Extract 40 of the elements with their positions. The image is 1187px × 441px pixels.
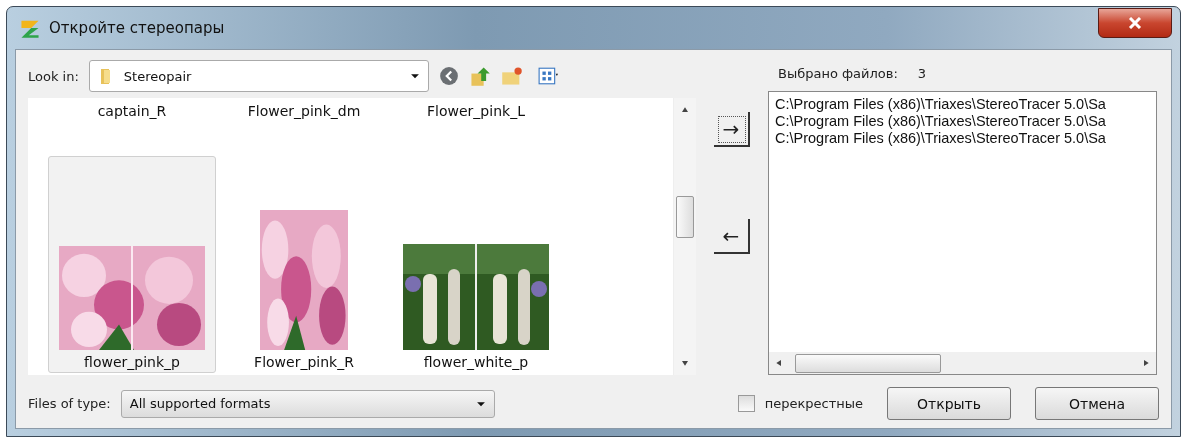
look-in-label: Look in: — [28, 68, 79, 84]
window-title: Откройте стереопары — [49, 19, 226, 37]
files-of-type-dropdown[interactable]: All supported formats — [120, 389, 495, 418]
move-button[interactable]: → — [714, 112, 750, 147]
scroll-thumb[interactable] — [676, 195, 694, 238]
up-folder-button[interactable] — [468, 65, 491, 87]
cross-checkbox[interactable] — [737, 395, 755, 412]
dialog-button[interactable]: Открыть — [887, 387, 1011, 420]
file-item[interactable]: Flower_pink_dm — [220, 102, 388, 140]
back-button[interactable] — [438, 66, 459, 86]
caret-icon — [409, 71, 420, 81]
new-folder-button[interactable] — [500, 65, 523, 87]
file-item[interactable]: flower_white_p — [392, 156, 560, 373]
files-of-type-label: Files of type: — [28, 396, 111, 411]
horizontal-scrollbar[interactable] — [769, 352, 1156, 374]
vertical-scrollbar[interactable] — [673, 98, 696, 375]
file-item[interactable]: flower_pink_p — [48, 156, 216, 373]
dialog-button[interactable]: Отмена — [1035, 387, 1159, 420]
file-path: C:\Program Files (x86)\Triaxes\StereoTracer 5.0\Sa — [775, 113, 1107, 130]
file-item[interactable]: Flower_pink_L — [392, 102, 560, 140]
new-folder-icon — [500, 65, 523, 87]
file-item[interactable]: captain_R — [48, 102, 216, 140]
file-item[interactable]: Flower_pink_R — [220, 156, 388, 373]
scroll-up-icon — [681, 106, 689, 112]
file-path: C:\Program Files (x86)\Triaxes\StereoTracer 5.0\Sa — [775, 96, 1107, 113]
back-icon — [438, 66, 459, 86]
scroll-down-icon — [681, 361, 689, 367]
scroll-thumb[interactable] — [795, 353, 941, 373]
look-in-dropdown[interactable]: Stereopair — [88, 60, 429, 92]
up-folder-icon — [468, 65, 491, 87]
selected-count-value: 3 — [917, 66, 927, 81]
scroll-right-icon — [1144, 359, 1150, 367]
selected-count-label: Выбрано файлов: — [778, 66, 898, 81]
close-button[interactable] — [1098, 8, 1172, 38]
checkbox-label: перекрестные — [764, 396, 863, 411]
file-path: C:\Program Files (x86)\Triaxes\StereoTracer 5.0\Sa — [775, 130, 1107, 147]
close-icon — [1128, 17, 1142, 29]
selected-files-list[interactable]: C:\Program Files (x86)\Triaxes\StereoTracer 5.0\Sa C:\Program Files (x86)\Triaxes\StereoTracer 5.0\Sa C:\Program Files (x86)\Triaxes\StereoTracer 5.0\Sa — [768, 91, 1157, 375]
scroll-left-icon — [775, 359, 781, 367]
move-button[interactable]: ← — [714, 219, 750, 254]
